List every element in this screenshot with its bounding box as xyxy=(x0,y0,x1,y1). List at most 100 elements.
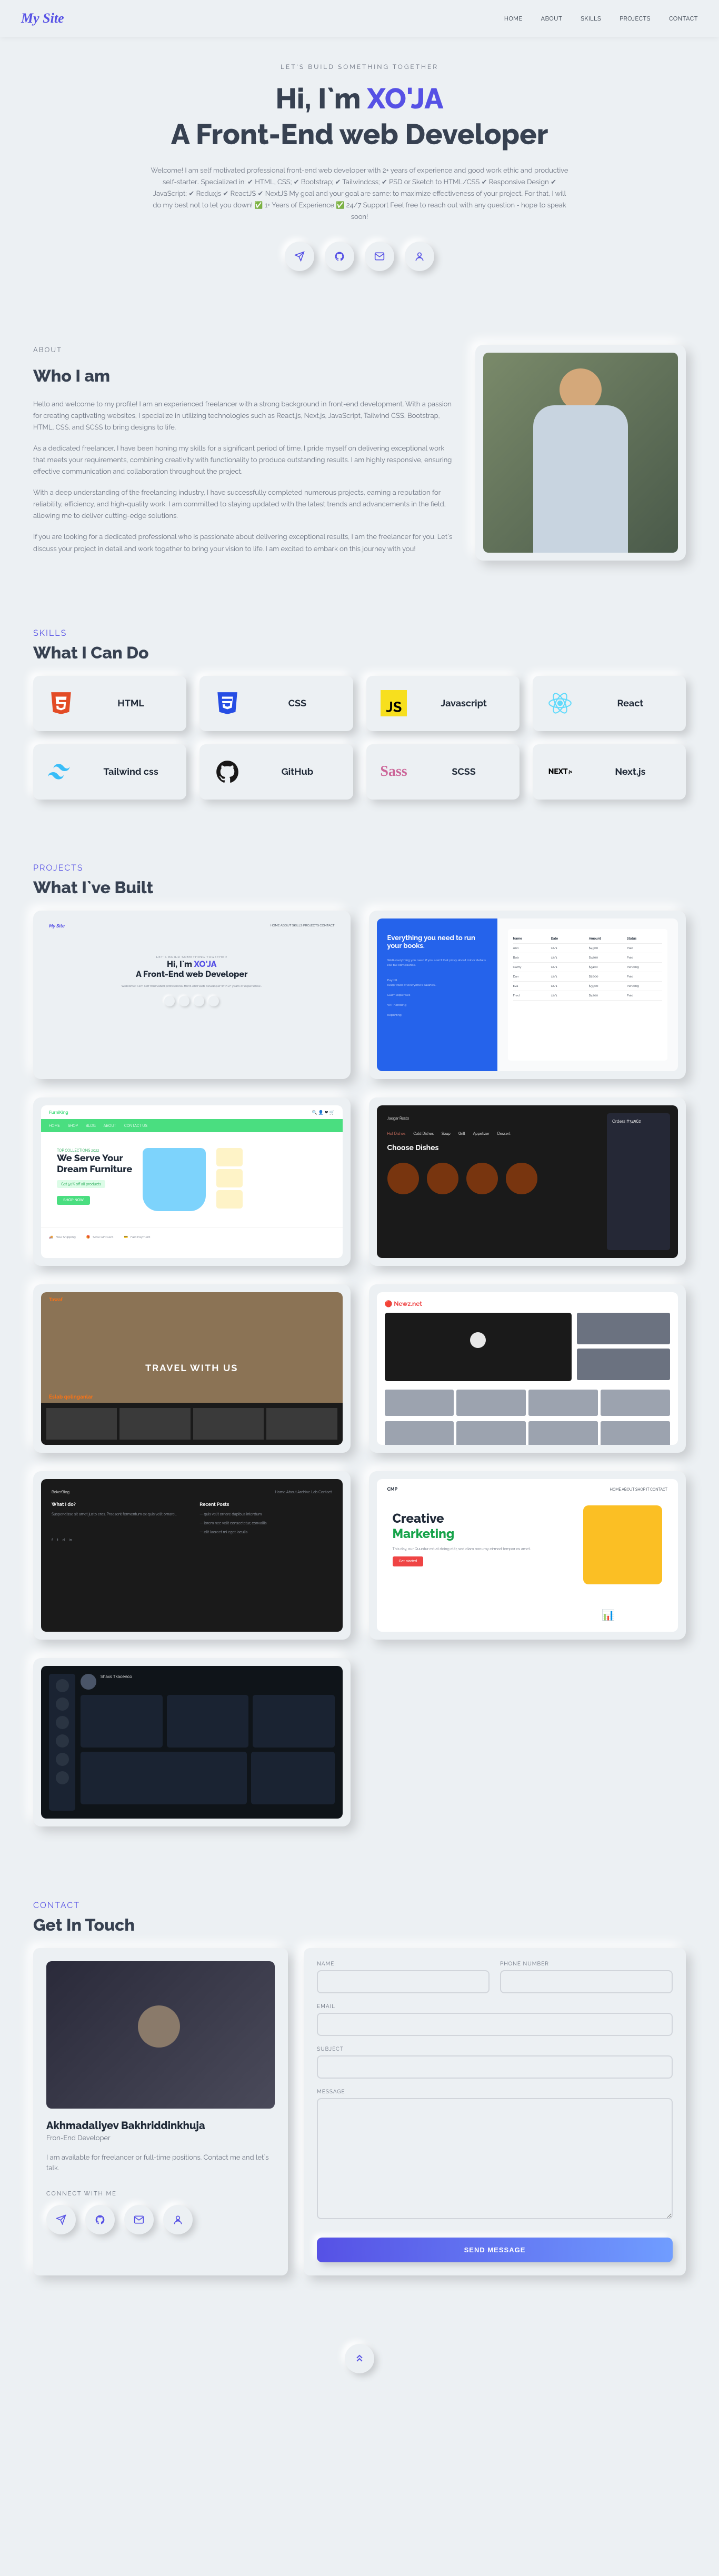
skill-name: CSS xyxy=(255,698,339,709)
contact-role: Fron-End Developer xyxy=(46,2134,275,2142)
phone-input[interactable] xyxy=(500,1970,673,1993)
about-p2: As a dedicated freelancer, I have been h… xyxy=(33,443,454,478)
site-logo[interactable]: My Site xyxy=(21,11,64,26)
hero-greeting: Hi, I`m xyxy=(276,82,367,115)
nav-skills[interactable]: SKILLS xyxy=(581,15,601,22)
project-books[interactable]: Everything you need to run your books. W… xyxy=(369,911,686,1079)
react-icon xyxy=(546,689,575,718)
mail-icon[interactable] xyxy=(365,242,394,271)
project-resto[interactable]: Jaegar Resto🔍 Search ... Hot DishesCold … xyxy=(369,1097,686,1266)
project-blog[interactable]: BokerBlogHome About Archive Lab Contact … xyxy=(33,1471,351,1640)
travel-heading: TRAVEL WITH US xyxy=(145,1363,238,1374)
github-skill-icon xyxy=(213,757,242,786)
phone-label: PHONE NUMBER xyxy=(500,1961,673,1967)
skill-nextjs: NEXT.js Next.js xyxy=(533,744,686,800)
message-input[interactable] xyxy=(317,2098,673,2219)
project-travel[interactable]: Tawaf TRAVEL WITH US Eslab qolinganlar xyxy=(33,1284,351,1453)
thumb-furn-h1: We Serve Your xyxy=(57,1153,132,1164)
project-dashboard[interactable]: Shaxs Tkacenco xyxy=(33,1658,351,1826)
skill-name: React xyxy=(588,698,673,709)
dash-name: Shaxs Tkacenco xyxy=(101,1674,132,1690)
resume-icon[interactable] xyxy=(405,242,434,271)
nav-about[interactable]: ABOUT xyxy=(541,15,563,22)
thumb-greeting: Hi, I`m xyxy=(167,959,194,969)
skill-tailwind: Tailwind css xyxy=(33,744,186,800)
news-logo: 🔴 Newz.net xyxy=(385,1300,423,1307)
skill-javascript: JS Javascript xyxy=(366,676,520,731)
project-portfolio[interactable]: My SiteHOME ABOUT SKILLS PROJECTS CONTAC… xyxy=(33,911,351,1079)
mkt-label: CMP xyxy=(387,1487,398,1492)
thumb-tagline: LET'S BUILD SOMETHING TOGETHER xyxy=(57,955,327,959)
contact-resume-icon[interactable] xyxy=(163,2205,193,2234)
submit-button[interactable]: SEND MESSAGE xyxy=(317,2238,673,2262)
contact-info-card: Akhmadaliyev Bakhriddinkhuja Fron-End De… xyxy=(33,1948,288,2275)
nextjs-icon: NEXT.js xyxy=(546,757,575,786)
thumb-furn-label: TOP COLLECTIONS 2022 xyxy=(57,1148,132,1153)
about-text: ABOUT Who I am Hello and welcome to my p… xyxy=(33,345,454,564)
hero-section: LET'S BUILD SOMETHING TOGETHER Hi, I`m X… xyxy=(0,37,719,313)
telegram-icon[interactable] xyxy=(285,242,314,271)
skill-name: GitHub xyxy=(255,766,339,777)
contact-mail-icon[interactable] xyxy=(124,2205,154,2234)
contact-telegram-icon[interactable] xyxy=(46,2205,76,2234)
hero-tagline: LET'S BUILD SOMETHING TOGETHER xyxy=(63,63,656,71)
skill-html: HTML xyxy=(33,676,186,731)
about-title: Who I am xyxy=(33,366,454,386)
about-p4: If you are looking for a dedicated profe… xyxy=(33,532,454,555)
contact-desc: I am available for freelancer or full-ti… xyxy=(46,2153,275,2175)
skill-name: HTML xyxy=(88,698,173,709)
skill-name: Tailwind css xyxy=(88,766,173,777)
furn-f1: Free Shipping xyxy=(55,1235,75,1239)
nav-home[interactable]: HOME xyxy=(504,15,523,22)
svg-text:JS: JS xyxy=(386,700,402,716)
thumb-logo: My Site xyxy=(49,924,65,929)
contact-github-icon[interactable] xyxy=(85,2205,115,2234)
nav-contact[interactable]: CONTACT xyxy=(669,15,698,22)
furn-f2: Save Gift Card xyxy=(93,1235,113,1239)
project-furniture[interactable]: FurniKing🔍 👤 ❤ 🛒 HOMESHOPBLOGABOUTCONTAC… xyxy=(33,1097,351,1266)
name-input[interactable] xyxy=(317,1970,490,1993)
subject-label: SUBJECT xyxy=(317,2046,673,2052)
skill-github: GitHub xyxy=(199,744,353,800)
skill-name: Javascript xyxy=(422,698,506,709)
tailwind-icon xyxy=(46,757,75,786)
contact-label: CONTACT xyxy=(33,1900,686,1910)
css-icon xyxy=(213,689,242,718)
travel-label: Eslab qolinganlar xyxy=(49,1394,93,1400)
subject-input[interactable] xyxy=(317,2055,673,2079)
project-marketing[interactable]: CMP HOME ABOUT SHOP IT CONTACT Creative … xyxy=(369,1471,686,1640)
about-label: ABOUT xyxy=(33,345,454,356)
contact-form-card: NAME PHONE NUMBER EMAIL SUBJECT xyxy=(304,1948,686,2275)
projects-title: What I`ve Built xyxy=(33,878,686,897)
skill-react: React xyxy=(533,676,686,731)
thumb-furn-h2: Dream Furniture xyxy=(57,1164,132,1175)
about-image xyxy=(475,345,686,561)
contact-image xyxy=(46,1961,275,2109)
skill-scss: SassSCSS xyxy=(366,744,520,800)
hero-subtitle: A Front-End web Developer xyxy=(63,117,656,153)
thumb-subtitle: A Front-End web Developer xyxy=(57,969,327,979)
about-p3: With a deep understanding of the freelan… xyxy=(33,487,454,522)
scroll-top-button[interactable] xyxy=(345,2344,374,2373)
email-label: EMAIL xyxy=(317,2004,673,2010)
furn-f3: Fast Payment xyxy=(131,1235,151,1239)
blog-h: What I do? xyxy=(52,1502,184,1507)
nav-projects[interactable]: PROJECTS xyxy=(620,15,651,22)
scss-icon: Sass xyxy=(380,757,408,786)
hero-social-row xyxy=(63,242,656,271)
resto-logo: Jaegar Resto xyxy=(387,1116,410,1121)
contact-form: NAME PHONE NUMBER EMAIL SUBJECT xyxy=(317,1961,673,2262)
email-input[interactable] xyxy=(317,2013,673,2036)
github-icon[interactable] xyxy=(325,242,354,271)
projects-label: PROJECTS xyxy=(33,863,686,873)
thumb-furn-logo: FurniKing xyxy=(49,1110,68,1115)
html-icon xyxy=(46,689,75,718)
contact-section: CONTACT Get In Touch Akhmadaliyev Bakhri… xyxy=(33,1858,686,2328)
contact-title: Get In Touch xyxy=(33,1915,686,1935)
skill-name: Next.js xyxy=(588,766,673,777)
project-news[interactable]: 🔴 Newz.net xyxy=(369,1284,686,1453)
mkt-h1: Creative xyxy=(393,1511,531,1526)
hero-heading: Hi, I`m XO'JA xyxy=(63,81,656,117)
thumb-books-title: Everything you need to run your books. xyxy=(387,934,487,950)
thumb-name: XO'JA xyxy=(194,959,217,969)
